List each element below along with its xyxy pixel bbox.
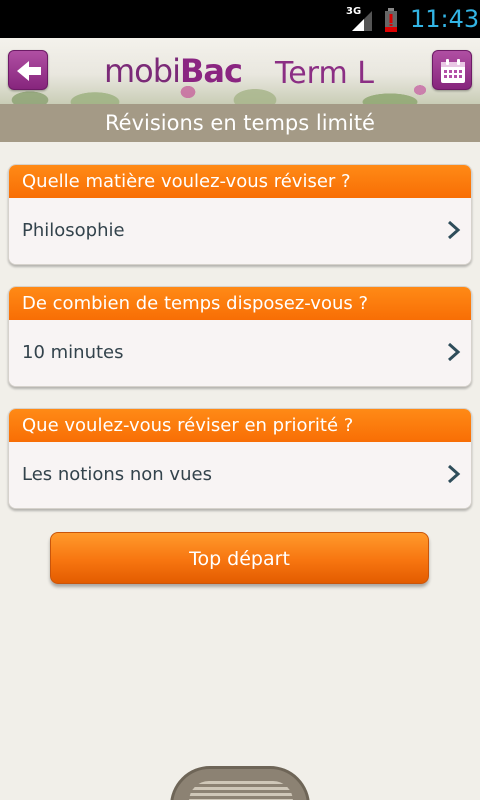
battery-alert-icon <box>385 8 397 32</box>
priority-question: Que voulez-vous réviser en priorité ? <box>9 409 471 442</box>
page-title: Révisions en temps limité <box>0 104 480 142</box>
grille-icon <box>189 781 293 800</box>
clock: 11:43 <box>410 5 480 33</box>
chevron-right-icon <box>448 220 461 240</box>
calendar-icon <box>441 59 465 83</box>
duration-selector[interactable]: De combien de temps disposez-vous ? 10 m… <box>8 286 472 387</box>
logo-bac: Bac <box>179 52 243 90</box>
app-header: mobiBac Term L <box>0 38 480 104</box>
app-logo: mobiBac <box>104 52 243 92</box>
chevron-right-icon <box>448 464 461 484</box>
signal-icon <box>352 11 372 31</box>
level-label: Term L <box>275 56 374 91</box>
chevron-right-icon <box>448 342 461 362</box>
priority-row[interactable]: Les notions non vues <box>9 442 471 508</box>
priority-value: Les notions non vues <box>22 464 212 485</box>
duration-question: De combien de temps disposez-vous ? <box>9 287 471 320</box>
priority-selector[interactable]: Que voulez-vous réviser en priorité ? Le… <box>8 408 472 509</box>
arrow-left-icon <box>17 61 41 81</box>
calendar-button[interactable] <box>432 50 472 90</box>
subject-question: Quelle matière voulez-vous réviser ? <box>9 165 471 198</box>
logo-mobi: mobi <box>104 52 181 90</box>
drawer-handle[interactable] <box>170 766 310 800</box>
subject-value: Philosophie <box>22 220 125 241</box>
subject-row[interactable]: Philosophie <box>9 198 471 264</box>
duration-row[interactable]: 10 minutes <box>9 320 471 386</box>
back-button[interactable] <box>8 50 48 90</box>
duration-value: 10 minutes <box>22 342 124 363</box>
start-button[interactable]: Top départ <box>50 532 429 584</box>
subject-selector[interactable]: Quelle matière voulez-vous réviser ? Phi… <box>8 164 472 265</box>
status-bar: 3G 11:43 <box>0 0 480 38</box>
